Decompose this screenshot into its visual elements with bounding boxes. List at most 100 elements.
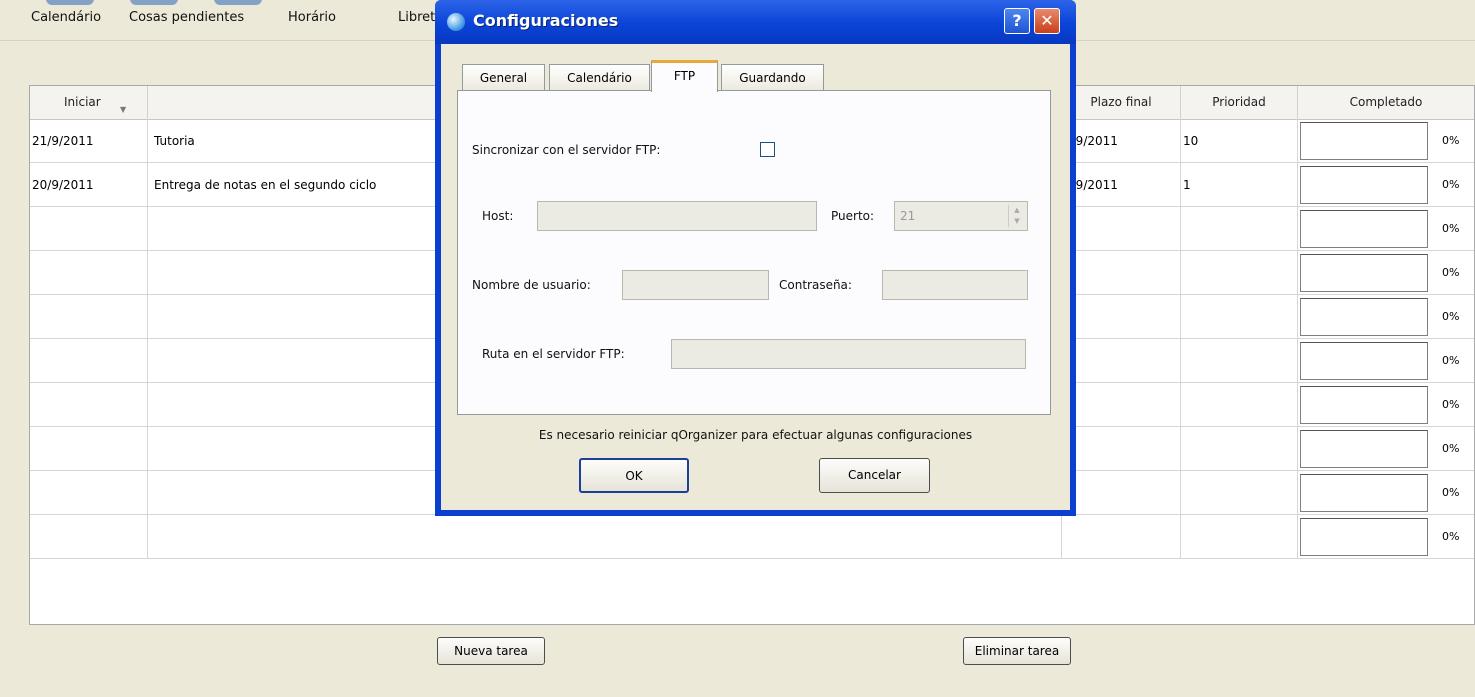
progress-bar (1300, 342, 1428, 380)
progress-bar (1300, 386, 1428, 424)
tab-calendar[interactable]: Calendário (549, 64, 650, 91)
column-completed[interactable]: Completado (1298, 86, 1474, 119)
username-label: Nombre de usuario: (472, 278, 591, 292)
port-spinner[interactable]: ▲ ▼ (1008, 205, 1025, 227)
table-row[interactable]: 0% (30, 515, 1474, 559)
cancel-button[interactable]: Cancelar (819, 458, 930, 493)
host-label: Host: (482, 209, 514, 223)
progress-bar (1300, 474, 1428, 512)
column-priority-label: Prioridad (1212, 95, 1266, 109)
tab-ftp[interactable]: FTP (651, 60, 718, 92)
toolbar-calendar[interactable]: Calendário (31, 10, 101, 25)
cell-priority[interactable] (1181, 427, 1298, 471)
tab-general-label: General (479, 71, 528, 85)
tab-calendar-label: Calendário (567, 71, 632, 85)
tab-ftp-label: FTP (673, 69, 696, 83)
host-input[interactable] (537, 201, 817, 231)
close-icon: ✕ (1040, 11, 1054, 30)
tab-saving[interactable]: Guardando (721, 64, 824, 91)
cell-deadline[interactable]: 5/9/2011 (1062, 119, 1181, 163)
cell-deadline[interactable] (1062, 295, 1181, 339)
progress-bar (1300, 430, 1428, 468)
cell-deadline[interactable] (1062, 383, 1181, 427)
password-label: Contraseña: (779, 278, 852, 292)
cell-start[interactable] (30, 383, 148, 427)
port-value: 21 (900, 209, 916, 223)
cell-priority[interactable] (1181, 207, 1298, 251)
progress-percent: 0% (1442, 354, 1460, 367)
cell-deadline[interactable] (1062, 251, 1181, 295)
column-start[interactable]: Iniciar ▼ (30, 86, 148, 119)
settings-dialog: Configuraciones ? ✕ General Calendário F… (435, 0, 1076, 516)
progress-bar (1300, 254, 1428, 292)
progress-percent: 0% (1442, 486, 1460, 499)
progress-percent: 0% (1442, 530, 1460, 543)
cell-start[interactable] (30, 251, 148, 295)
toolbar-schedule[interactable]: Horário (288, 10, 336, 25)
app-globe-icon (447, 13, 465, 31)
cell-priority[interactable]: 1 (1181, 163, 1298, 207)
cell-start[interactable] (30, 471, 148, 515)
cell-title[interactable] (148, 515, 1062, 559)
cell-start[interactable] (30, 515, 148, 559)
cell-start[interactable] (30, 207, 148, 251)
cell-start[interactable] (30, 295, 148, 339)
spin-up-icon[interactable]: ▲ (1009, 205, 1025, 216)
help-button[interactable]: ? (1004, 8, 1030, 34)
cell-priority[interactable] (1181, 251, 1298, 295)
progress-bar (1300, 210, 1428, 248)
cell-deadline[interactable] (1062, 427, 1181, 471)
progress-percent: 0% (1442, 310, 1460, 323)
cell-start[interactable] (30, 427, 148, 471)
cell-priority[interactable] (1181, 515, 1298, 559)
cell-deadline[interactable] (1062, 471, 1181, 515)
cell-priority[interactable] (1181, 471, 1298, 515)
column-deadline[interactable]: Plazo final (1062, 86, 1181, 119)
progress-percent: 0% (1442, 398, 1460, 411)
cell-priority[interactable] (1181, 383, 1298, 427)
column-priority[interactable]: Prioridad (1181, 86, 1298, 119)
cell-priority[interactable] (1181, 295, 1298, 339)
new-task-button[interactable]: Nueva tarea (437, 637, 545, 665)
cell-deadline[interactable] (1062, 339, 1181, 383)
cell-deadline[interactable]: 1/9/2011 (1062, 163, 1181, 207)
sync-ftp-checkbox[interactable] (760, 142, 775, 157)
dialog-titlebar[interactable]: Configuraciones ? ✕ (435, 0, 1076, 44)
cell-priority[interactable] (1181, 339, 1298, 383)
progress-percent: 0% (1442, 222, 1460, 235)
column-deadline-label: Plazo final (1090, 95, 1152, 109)
cell-deadline[interactable] (1062, 207, 1181, 251)
progress-bar (1300, 298, 1428, 336)
progress-percent: 0% (1442, 266, 1460, 279)
delete-task-button[interactable]: Eliminar tarea (963, 637, 1071, 665)
progress-bar (1300, 122, 1428, 160)
toolbar-pending-tasks[interactable]: Cosas pendientes (129, 10, 244, 25)
restart-note: Es necesario reiniciar qOrganizer para e… (538, 428, 973, 442)
tab-general[interactable]: General (462, 64, 545, 91)
tab-saving-label: Guardando (739, 71, 806, 85)
ftp-path-input[interactable] (671, 339, 1026, 369)
column-completed-label: Completado (1349, 95, 1423, 109)
cell-start[interactable]: 20/9/2011 (30, 163, 148, 207)
cell-start[interactable]: 21/9/2011 (30, 119, 148, 163)
ftp-path-label: Ruta en el servidor FTP: (482, 347, 625, 361)
password-input[interactable] (882, 270, 1028, 300)
column-start-label: Iniciar (64, 95, 101, 109)
progress-bar (1300, 518, 1428, 556)
ok-button[interactable]: OK (579, 458, 689, 493)
dialog-title: Configuraciones (473, 11, 619, 30)
port-spinbox[interactable]: 21 ▲ ▼ (894, 201, 1028, 231)
toolbar-booklet[interactable]: Libret (398, 10, 435, 25)
port-label: Puerto: (831, 209, 875, 223)
close-button[interactable]: ✕ (1034, 8, 1060, 34)
cell-start[interactable] (30, 339, 148, 383)
toolbar-icons (46, 0, 298, 5)
cell-deadline[interactable] (1062, 515, 1181, 559)
spin-down-icon[interactable]: ▼ (1009, 216, 1025, 227)
dialog-body: General Calendário FTP Guardando Sincron… (441, 44, 1070, 510)
help-icon: ? (1012, 11, 1022, 30)
progress-percent: 0% (1442, 178, 1460, 191)
progress-percent: 0% (1442, 134, 1460, 147)
cell-priority[interactable]: 10 (1181, 119, 1298, 163)
username-input[interactable] (622, 270, 769, 300)
